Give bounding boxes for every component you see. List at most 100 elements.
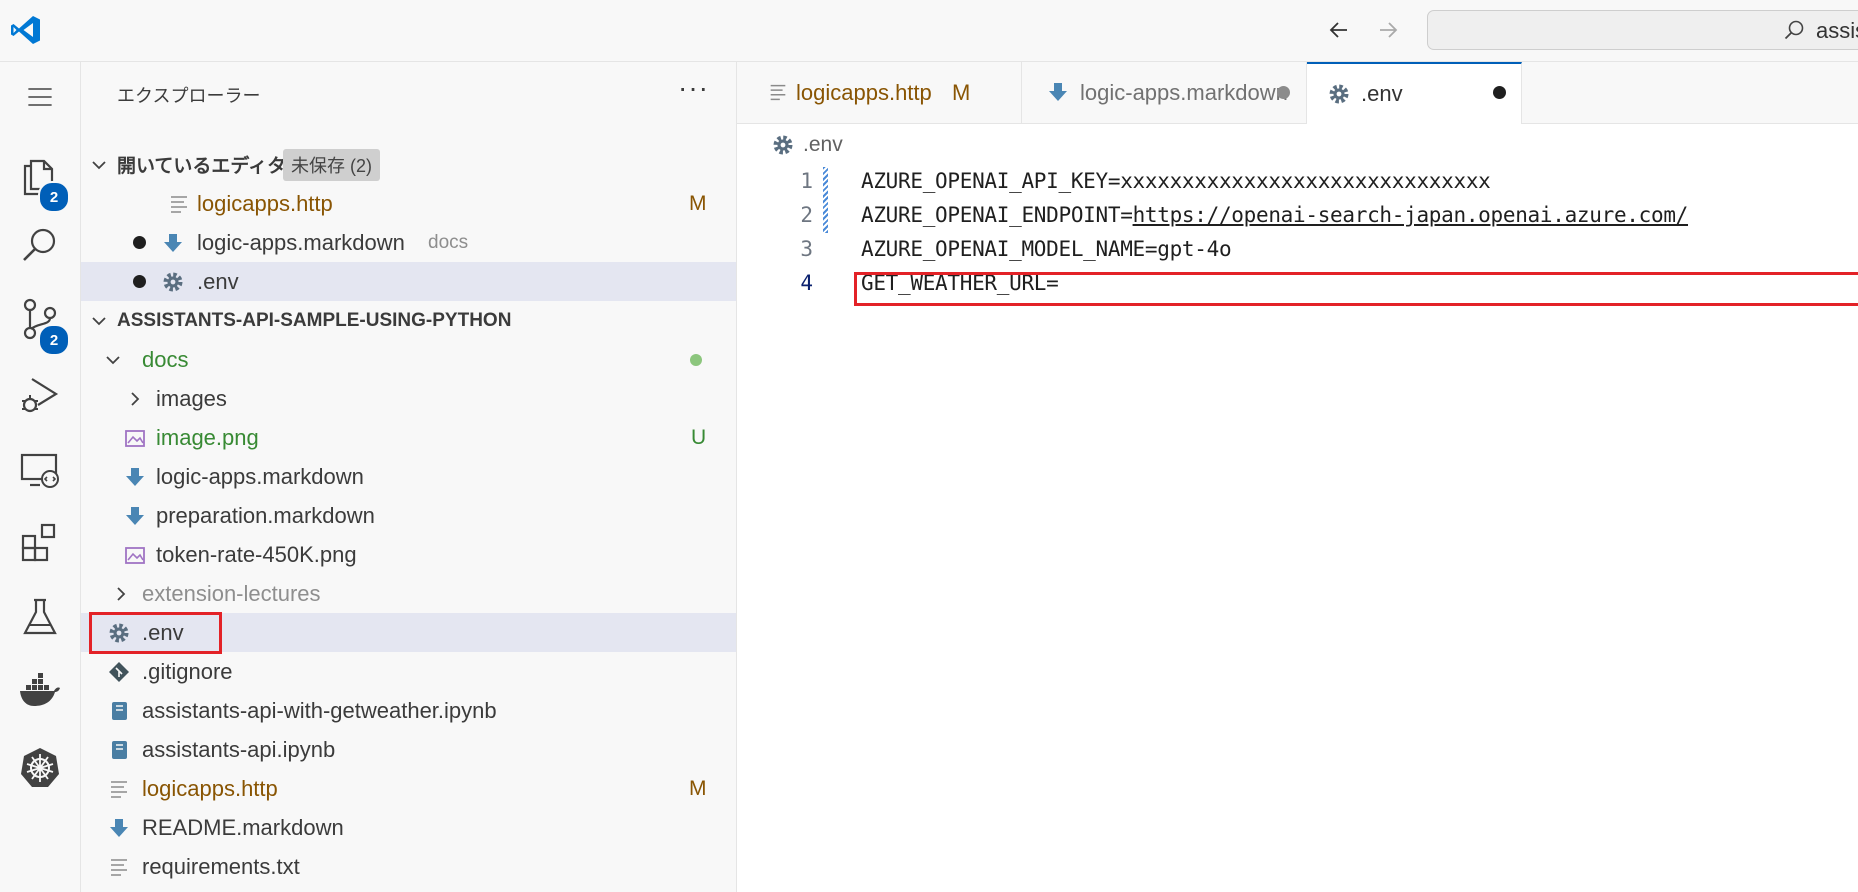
search-icon <box>1784 20 1804 40</box>
tree-item-label: assistants-api-with-getweather.ipynb <box>142 697 497 723</box>
tree-item[interactable]: assistants-api-with-getweather.ipynb <box>81 691 736 730</box>
untracked-decoration: U <box>691 425 707 449</box>
markdown-icon <box>1049 83 1067 101</box>
modified-decoration: M <box>952 79 971 105</box>
editor-area: logicapps.http M logic-apps.markdown .en… <box>737 62 1858 892</box>
remote-explorer-icon <box>20 453 59 488</box>
breadcrumb-file: .env <box>803 133 843 156</box>
markdown-icon <box>126 506 144 525</box>
breadcrumb[interactable]: .env <box>771 133 843 157</box>
tree-item-label: logicapps.http <box>142 775 278 801</box>
tree-item-label: README.markdown <box>142 814 344 840</box>
text-file-icon <box>111 858 127 876</box>
activity-explorer[interactable]: 2 <box>0 139 80 213</box>
activity-docker[interactable] <box>0 656 80 726</box>
open-editor-description: docs <box>428 231 469 253</box>
tree-item-label: extension-lectures <box>142 580 321 606</box>
activity-search[interactable] <box>0 210 80 280</box>
vscode-logo-icon <box>11 16 40 44</box>
back-arrow-icon[interactable] <box>1325 16 1353 44</box>
tree-item[interactable]: docs <box>81 340 736 379</box>
line-number: 2 <box>800 203 813 227</box>
activity-remote-explorer[interactable] <box>0 434 80 504</box>
git-icon <box>109 661 129 682</box>
unsaved-dot-icon[interactable] <box>1493 86 1506 99</box>
unsaved-dot-icon[interactable] <box>133 275 146 288</box>
http-file-icon <box>770 84 786 101</box>
tab-logicapps-http[interactable]: logicapps.http M <box>737 62 1022 123</box>
markdown-icon <box>110 818 128 837</box>
tree-item[interactable]: preparation.markdown <box>81 496 736 535</box>
open-editor-label: .env <box>197 268 239 294</box>
unsaved-dot-icon[interactable] <box>133 236 146 249</box>
dirty-diff-indicator <box>823 167 828 233</box>
menu-button[interactable] <box>0 62 80 132</box>
env-value-url[interactable]: https://openai-search-japan.openai.azure… <box>1133 203 1689 227</box>
image-icon <box>125 546 145 564</box>
activity-testing[interactable] <box>0 582 80 652</box>
open-editor-item[interactable]: logic-apps.markdown docs <box>81 223 736 262</box>
scm-badge: 2 <box>38 324 70 356</box>
tree-item[interactable]: requirements.txt <box>81 847 736 886</box>
title-bar: assis <box>0 0 1858 62</box>
extensions-icon <box>21 523 56 562</box>
chevron-right-icon <box>131 391 140 406</box>
docker-icon <box>20 673 60 706</box>
activity-source-control[interactable]: 2 <box>0 284 80 356</box>
tree-item-label: logic-apps.markdown <box>156 463 364 489</box>
tree-item[interactable]: assistants-api.ipynb <box>81 730 736 769</box>
flask-icon <box>23 598 57 635</box>
tree-item-label: images <box>156 385 227 411</box>
activity-extensions[interactable] <box>0 508 80 578</box>
explorer-sidebar: エクスプローラー ··· 開いているエディター 未保存 (2) logicapp… <box>81 62 737 892</box>
forward-arrow-icon[interactable] <box>1374 16 1402 44</box>
code-line[interactable]: AZURE_OPENAI_ENDPOINT=https://openai-sea… <box>861 203 1688 227</box>
activity-kubernetes[interactable] <box>0 732 80 802</box>
code-line[interactable]: AZURE_OPENAI_MODEL_NAME=gpt-4o <box>861 237 1232 261</box>
tree-item[interactable]: README.markdown <box>81 808 736 847</box>
gear-icon <box>1329 84 1349 104</box>
activity-run-debug[interactable] <box>0 360 80 430</box>
tab-env[interactable]: .env <box>1307 62 1522 124</box>
tree-item[interactable]: logicapps.http M <box>81 769 736 808</box>
tree-item-label: assistants-api.ipynb <box>142 736 336 762</box>
env-key: AZURE_OPENAI_MODEL_NAME= <box>861 237 1158 261</box>
explorer-badge: 2 <box>38 181 70 213</box>
chevron-down-icon <box>92 316 106 325</box>
tab-label: logicapps.http <box>796 79 932 105</box>
tree-item[interactable]: logic-apps.markdown <box>81 457 736 496</box>
command-center-search[interactable]: assis <box>1427 10 1858 50</box>
more-actions-button[interactable]: ··· <box>678 72 709 104</box>
chevron-down-icon <box>92 160 106 169</box>
explorer-title: エクスプローラー <box>117 86 261 106</box>
untracked-dot-icon <box>690 354 702 366</box>
tree-item[interactable]: .gitignore <box>81 652 736 691</box>
tree-item[interactable]: extension-lectures <box>81 574 736 613</box>
notebook-icon <box>112 740 127 759</box>
tree-item-label: docs <box>142 346 189 372</box>
markdown-icon <box>126 467 144 486</box>
open-editor-item[interactable]: logicapps.http M <box>81 184 736 223</box>
folder-label: ASSISTANTS-API-SAMPLE-USING-PYTHON <box>117 309 512 331</box>
unsaved-dot-icon[interactable] <box>1277 86 1290 99</box>
image-icon <box>125 429 145 447</box>
open-editor-label: logicapps.http <box>197 190 333 216</box>
chevron-down-icon <box>106 355 120 364</box>
editor-tabs: logicapps.http M logic-apps.markdown .en… <box>737 62 1858 124</box>
open-editor-item[interactable]: .env <box>81 262 736 301</box>
folder-header[interactable]: ASSISTANTS-API-SAMPLE-USING-PYTHON <box>81 301 736 340</box>
kubernetes-icon <box>21 748 59 787</box>
tree-item[interactable]: images <box>81 379 736 418</box>
env-value: xxxxxxxxxxxxxxxxxxxxxxxxxxxxxx <box>1120 169 1491 193</box>
http-file-icon <box>171 195 187 213</box>
open-editors-header[interactable]: 開いているエディター 未保存 (2) <box>81 145 736 184</box>
code-line[interactable]: AZURE_OPENAI_API_KEY=xxxxxxxxxxxxxxxxxxx… <box>861 169 1491 193</box>
tree-item[interactable]: token-rate-450K.png <box>81 535 736 574</box>
command-center-text: assis <box>1816 18 1858 43</box>
markdown-icon <box>164 233 182 252</box>
search-icon <box>23 228 56 261</box>
env-value: gpt-4o <box>1157 237 1232 261</box>
tab-label: logic-apps.markdown <box>1080 79 1288 105</box>
tree-item[interactable]: image.png U <box>81 418 736 457</box>
tab-logic-apps-markdown[interactable]: logic-apps.markdown <box>1022 62 1307 123</box>
